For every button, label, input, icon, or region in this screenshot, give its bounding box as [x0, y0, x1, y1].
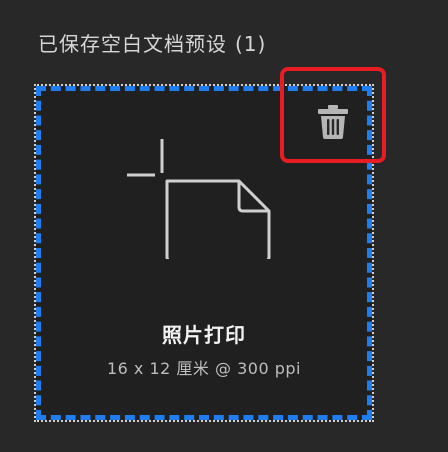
trash-icon: [318, 105, 348, 139]
saved-presets-panel: 已保存空白文档预设 (1) 照片打印 16 x 12 厘米 @ 300 ppi: [0, 0, 448, 452]
section-title-label: 已保存空白文档预设: [38, 32, 227, 56]
delete-preset-button[interactable]: [312, 100, 354, 144]
document-icon: [127, 139, 271, 259]
preset-count: (1): [235, 32, 267, 56]
preset-name: 照片打印: [162, 323, 246, 347]
section-title: 已保存空白文档预设 (1): [38, 28, 266, 57]
preset-size: 16 x 12 厘米 @ 300 ppi: [106, 359, 301, 378]
